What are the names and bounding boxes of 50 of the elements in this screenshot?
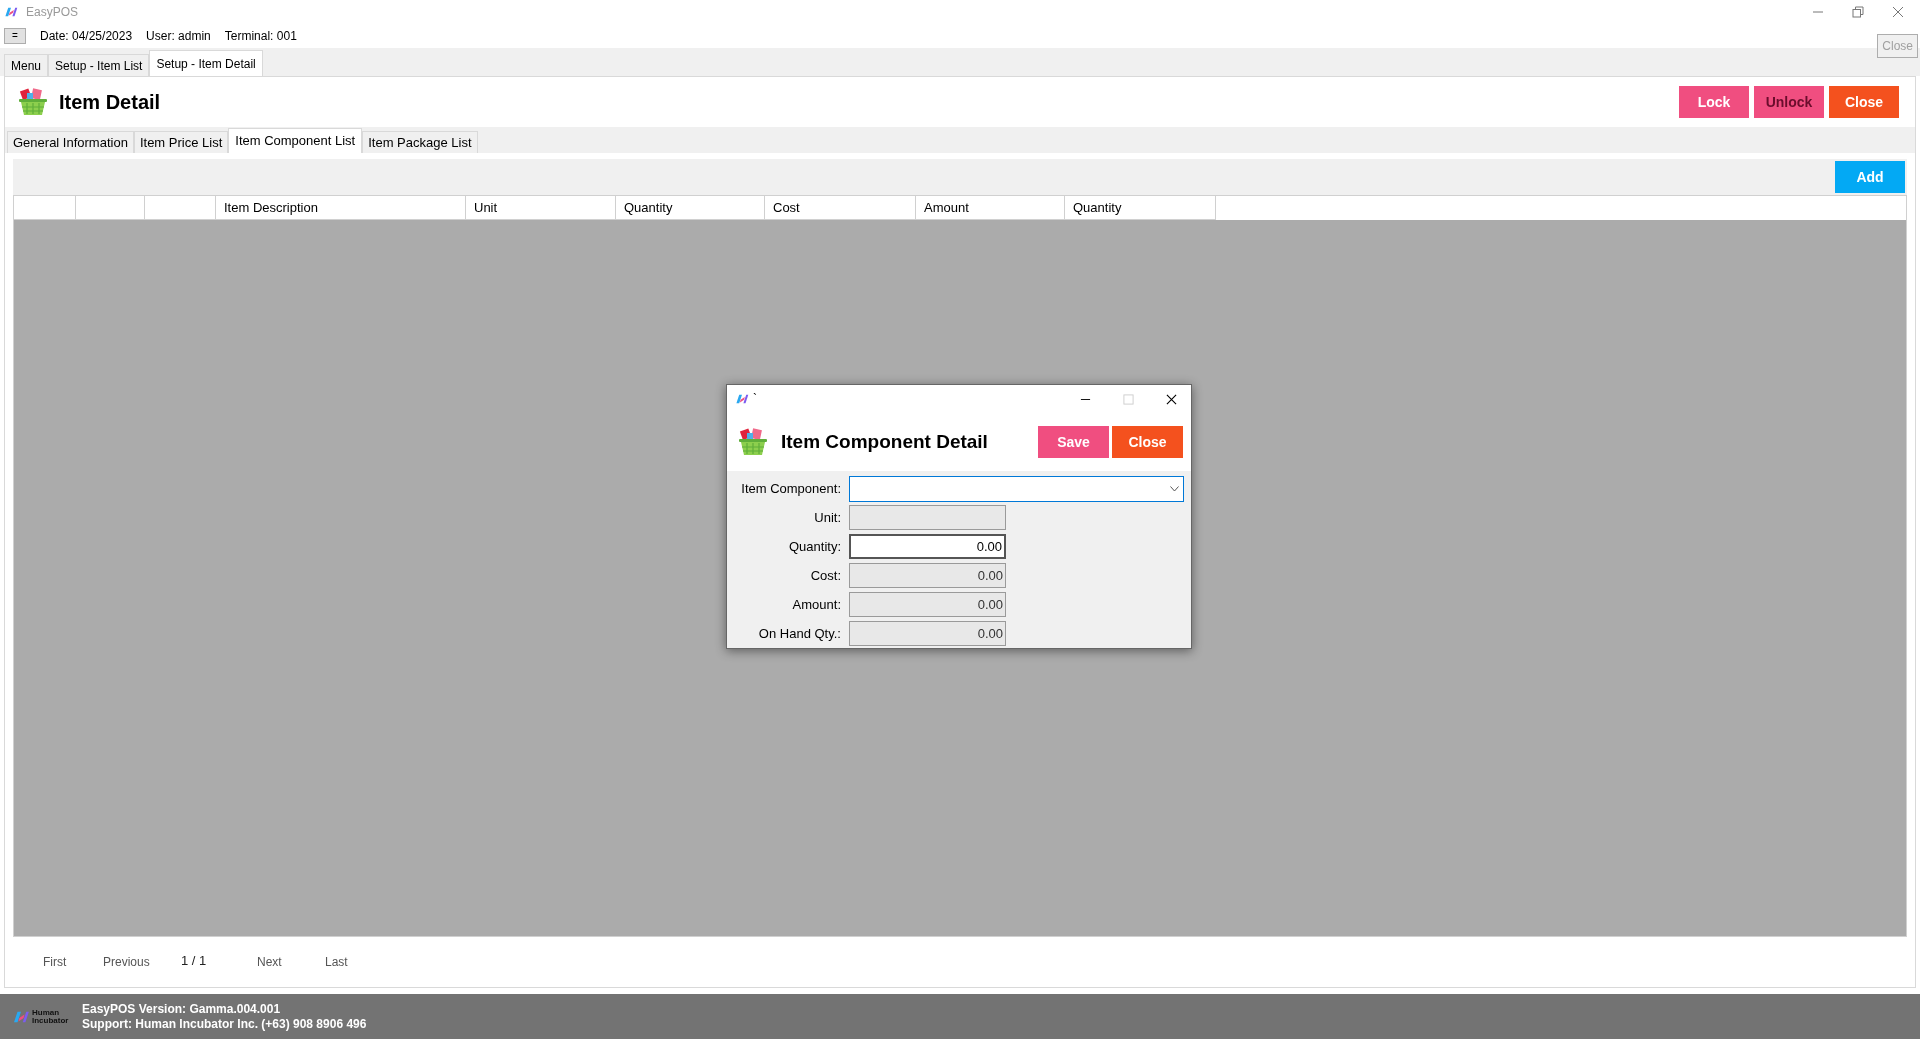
item-component-dropdown[interactable] — [849, 475, 1184, 502]
input-field[interactable]: 0.00 — [849, 621, 1006, 646]
window-title: EasyPOS — [26, 4, 79, 21]
field-label: On Hand Qty.: — [757, 624, 842, 643]
detail-tab[interactable]: Item Package List — [362, 131, 478, 153]
page-indicator: 1 / 1 — [181, 952, 208, 971]
date-label: Date: 04/25/2023 — [40, 28, 133, 45]
unlock-button[interactable]: Unlock — [1754, 86, 1824, 118]
column-header: Quantity — [1065, 196, 1216, 220]
basket-icon — [737, 427, 769, 457]
column-header: Unit — [466, 196, 616, 220]
previous-button[interactable]: Previous — [103, 953, 181, 971]
app-logo-icon — [12, 1009, 30, 1024]
chevron-down-icon — [1170, 485, 1179, 492]
next-button[interactable]: Next — [257, 953, 325, 971]
field-label: Item Component: — [740, 479, 842, 498]
page-tab[interactable]: Menu — [4, 54, 49, 76]
input-field[interactable] — [849, 505, 1006, 530]
close-icon[interactable] — [1166, 393, 1177, 405]
page-tab[interactable]: Setup - Item Detail — [149, 50, 263, 76]
support-text: Support: Human Incubator Inc. (+63) 908 8906 496 — [82, 1016, 367, 1032]
restore-icon[interactable] — [1852, 6, 1864, 18]
first-button[interactable]: First — [43, 953, 103, 971]
input-field[interactable]: 0.00 — [849, 592, 1006, 617]
menu-button[interactable]: = — [4, 28, 26, 44]
dialog-window-title: ` — [753, 391, 757, 408]
app-logo-icon — [735, 393, 749, 405]
last-button[interactable]: Last — [325, 953, 385, 971]
logo-text: Human Incubator — [32, 1008, 70, 1025]
field-label: Quantity: — [787, 537, 842, 556]
column-header: Cost — [765, 196, 916, 220]
input-field[interactable]: 0.00 — [849, 563, 1006, 588]
column-header: Quantity — [616, 196, 765, 220]
field-label: Amount: — [791, 595, 842, 614]
detail-tab[interactable]: Item Component List — [228, 128, 363, 153]
version-text: EasyPOS Version: Gamma.004.001 — [82, 1001, 282, 1017]
app-logo-icon — [4, 6, 18, 18]
input-field[interactable]: 0.00 — [849, 534, 1006, 559]
page-tab[interactable]: Setup - Item List — [48, 54, 150, 76]
detail-tab[interactable]: Item Price List — [133, 131, 229, 153]
page-title: Item Detail — [59, 90, 161, 115]
column-header: Amount — [916, 196, 1065, 220]
user-label: User: admin — [146, 28, 211, 45]
dialog-title: Item Component Detail — [781, 429, 988, 454]
column-header: Item Description — [216, 196, 466, 220]
terminal-label: Terminal: 001 — [224, 28, 297, 45]
field-label: Cost: — [809, 566, 842, 585]
basket-icon — [17, 87, 49, 117]
detail-tab[interactable]: General Information — [7, 131, 134, 153]
field-label: Unit: — [813, 508, 842, 527]
